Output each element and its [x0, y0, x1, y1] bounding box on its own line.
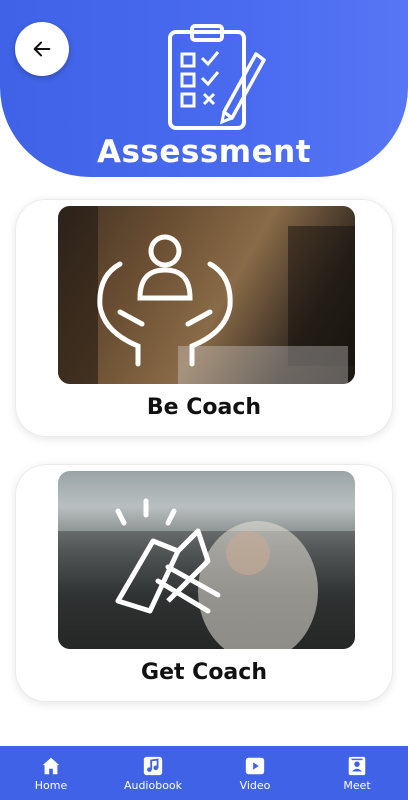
- be-coach-image: [58, 206, 355, 384]
- nav-item-video[interactable]: Video: [204, 746, 306, 800]
- be-coach-label: Be Coach: [146, 395, 262, 420]
- nav-item-meet[interactable]: Meet: [306, 746, 408, 800]
- handshake-icon: [115, 498, 221, 614]
- home-icon: [42, 757, 60, 774]
- nav-item-audiobook[interactable]: Audiobook: [102, 746, 204, 800]
- music-note-icon: [143, 756, 163, 775]
- get-coach-image: [58, 471, 355, 649]
- bottom-nav: Home Audiobook Video Meet: [0, 746, 408, 800]
- back-button[interactable]: [15, 22, 69, 76]
- nav-label-video: Video: [239, 778, 271, 792]
- page-title: Assessment: [96, 134, 312, 170]
- get-coach-label: Get Coach: [141, 660, 267, 685]
- contact-card-icon: [348, 756, 366, 775]
- nav-item-home[interactable]: Home: [0, 746, 102, 800]
- nav-label-home: Home: [34, 778, 68, 792]
- nav-label-meet: Meet: [343, 778, 371, 792]
- get-coach-card[interactable]: Get Coach: [16, 465, 392, 701]
- hands-person-icon: [97, 234, 233, 367]
- arrow-left-icon: [33, 41, 51, 57]
- checklist-clipboard-icon: [168, 24, 266, 130]
- header: Assessment: [0, 0, 408, 177]
- nav-label-audiobook: Audiobook: [123, 778, 183, 792]
- video-play-icon: [245, 757, 265, 774]
- be-coach-card[interactable]: Be Coach: [16, 200, 392, 436]
